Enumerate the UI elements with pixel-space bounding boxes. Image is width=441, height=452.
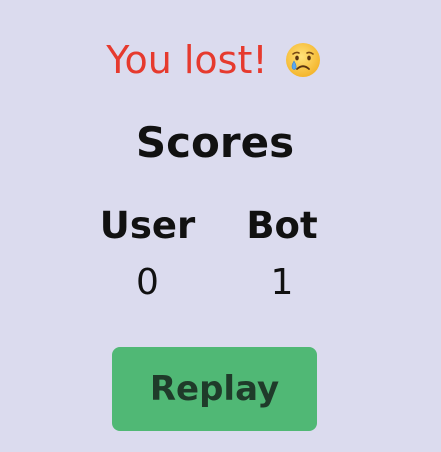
crying-face-icon bbox=[284, 41, 322, 79]
replay-button[interactable]: Replay bbox=[112, 347, 317, 431]
scores-title: Scores bbox=[135, 118, 295, 167]
user-label: User bbox=[99, 204, 196, 247]
bot-score-column: Bot 1 bbox=[232, 203, 332, 305]
result-text: You lost! bbox=[106, 38, 268, 82]
bot-label: Bot bbox=[246, 204, 318, 247]
bot-score-value: 1 bbox=[270, 262, 294, 303]
result-message: You lost! bbox=[0, 36, 428, 84]
user-score-value: 0 bbox=[136, 262, 159, 303]
user-score-column: User 0 bbox=[95, 203, 200, 305]
